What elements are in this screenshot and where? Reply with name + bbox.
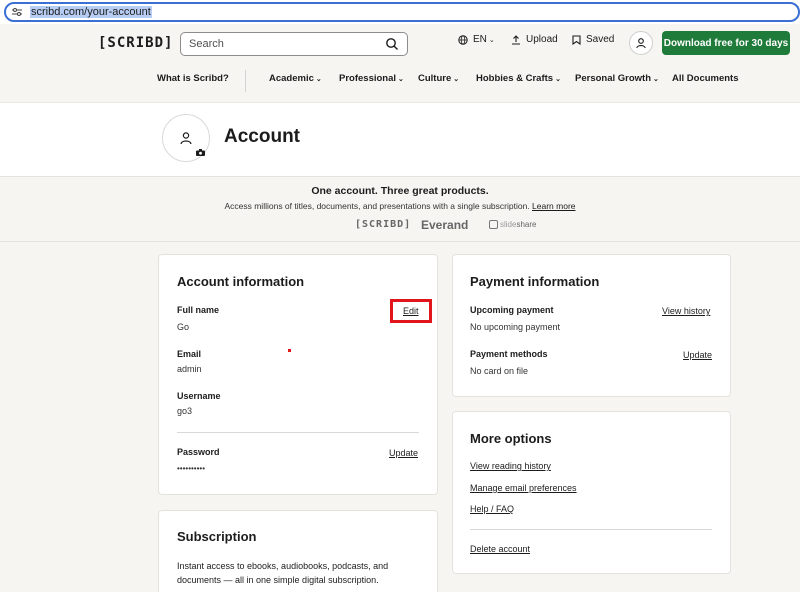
nav-hobbies-crafts[interactable]: Hobbies & Crafts ⌄: [476, 73, 561, 84]
manage-email-preferences-link[interactable]: Manage email preferences: [470, 483, 577, 493]
chevron-down-icon: ⌄: [315, 75, 322, 83]
slideshare-brand-logo: slide share: [489, 220, 536, 229]
edit-highlight-box: [390, 299, 432, 323]
divider: [177, 432, 419, 433]
user-icon: [636, 38, 646, 49]
upcoming-payment-label: Upcoming payment: [470, 305, 554, 315]
update-password-link[interactable]: Update: [389, 448, 418, 458]
nav-culture[interactable]: Culture ⌄: [418, 73, 459, 84]
search-box[interactable]: [180, 32, 408, 56]
delete-account-link[interactable]: Delete account: [470, 544, 530, 554]
nav-divider: [245, 70, 246, 92]
view-reading-history-link[interactable]: View reading history: [470, 461, 551, 471]
chevron-down-icon: ⌄: [555, 75, 561, 83]
account-information-card: [158, 254, 438, 495]
upload-label: Upload: [526, 34, 558, 45]
slideshare-text-a: slide: [500, 220, 517, 229]
divider: [470, 529, 712, 530]
globe-icon: [458, 34, 468, 45]
nav-label: Culture: [418, 73, 452, 84]
email-label: Email: [177, 349, 202, 359]
learn-more-link[interactable]: Learn more: [532, 201, 575, 211]
nav-label: All Documents: [672, 73, 739, 84]
scribd-brand-logo: [SCRIBD]: [355, 219, 412, 230]
password-value: ••••••••••: [177, 464, 206, 473]
username-label: Username: [177, 391, 221, 401]
saved-button[interactable]: Saved: [572, 34, 614, 45]
account-information-heading: Account information: [177, 274, 305, 289]
site-header: [SCRIBD] EN ⌄ Upload Saved D: [0, 24, 800, 102]
update-payment-link[interactable]: Update: [683, 350, 712, 360]
site-settings-icon[interactable]: [12, 7, 22, 17]
subscription-heading: Subscription: [177, 529, 257, 544]
url-field[interactable]: scribd.com/your-account: [4, 2, 800, 22]
view-history-link[interactable]: View history: [662, 306, 710, 316]
nav-label: Personal Growth: [575, 73, 652, 84]
more-options-heading: More options: [470, 431, 552, 446]
payment-methods-label: Payment methods: [470, 349, 548, 359]
upcoming-payment-value: No upcoming payment: [470, 322, 561, 332]
saved-label: Saved: [586, 34, 615, 45]
nav-all-documents[interactable]: All Documents: [672, 73, 739, 84]
nav-what-is-scribd[interactable]: What is Scribd?: [157, 73, 229, 84]
subscription-description-line-2: documents — all in one simple digital su…: [177, 575, 379, 585]
email-value: admin: [177, 364, 202, 374]
full-name-label: Full name: [177, 305, 220, 315]
payment-information-heading: Payment information: [470, 274, 600, 289]
search-icon[interactable]: [385, 37, 399, 51]
scribd-logo[interactable]: [SCRIBD]: [98, 35, 173, 51]
upload-icon: [512, 34, 520, 45]
account-header: Account: [0, 102, 800, 176]
chevron-down-icon: ⌄: [653, 75, 659, 83]
browser-address-bar: scribd.com/your-account: [0, 0, 800, 24]
user-menu-button[interactable]: [629, 31, 653, 55]
promo-subtitle: Access millions of titles, documents, an…: [0, 201, 800, 211]
nav-professional[interactable]: Professional ⌄: [339, 73, 404, 84]
user-icon: [180, 132, 192, 145]
chevron-down-icon: ⌄: [398, 75, 404, 83]
language-label: EN: [473, 34, 487, 45]
chevron-down-icon: ⌄: [488, 36, 495, 44]
chevron-down-icon: ⌄: [453, 75, 460, 83]
username-value: go3: [177, 406, 193, 416]
download-free-button[interactable]: Download free for 30 days: [662, 31, 790, 55]
full-name-value: Go: [177, 322, 190, 332]
url-text: scribd.com/your-account: [30, 6, 152, 18]
page-title: Account: [224, 126, 300, 147]
search-input[interactable]: [189, 38, 385, 50]
slideshare-text-b: share: [516, 220, 537, 229]
nav-label: Hobbies & Crafts: [476, 73, 554, 84]
help-faq-link[interactable]: Help / FAQ: [470, 504, 514, 514]
promo-title: One account. Three great products.: [311, 185, 489, 197]
payment-methods-value: No card on file: [470, 366, 529, 376]
password-label: Password: [177, 447, 220, 457]
brand-logos: [SCRIBD] Everand slide share: [0, 218, 800, 234]
language-selector[interactable]: EN ⌄: [458, 34, 495, 45]
products-promo: One account. Three great products. Acces…: [0, 176, 800, 242]
everand-brand-logo: Everand: [421, 218, 469, 232]
upload-button[interactable]: Upload: [511, 34, 558, 45]
nav-label: Professional: [339, 73, 397, 84]
subscription-description-line-1: Instant access to ebooks, audiobooks, po…: [177, 561, 389, 571]
nav-academic[interactable]: Academic ⌄: [269, 73, 322, 84]
cursor-marker: [288, 349, 291, 352]
promo-subtitle-text: Access millions of titles, documents, an…: [224, 201, 530, 211]
slideshare-icon: [489, 220, 498, 229]
nav-personal-growth[interactable]: Personal Growth ⌄: [575, 73, 659, 84]
camera-icon[interactable]: [196, 149, 205, 156]
bookmark-icon: [572, 34, 581, 45]
category-nav: What is Scribd? Academic ⌄ Professional ⌄ …: [0, 70, 800, 92]
nav-label: Academic: [269, 73, 314, 84]
nav-label: What is Scribd?: [157, 73, 229, 84]
